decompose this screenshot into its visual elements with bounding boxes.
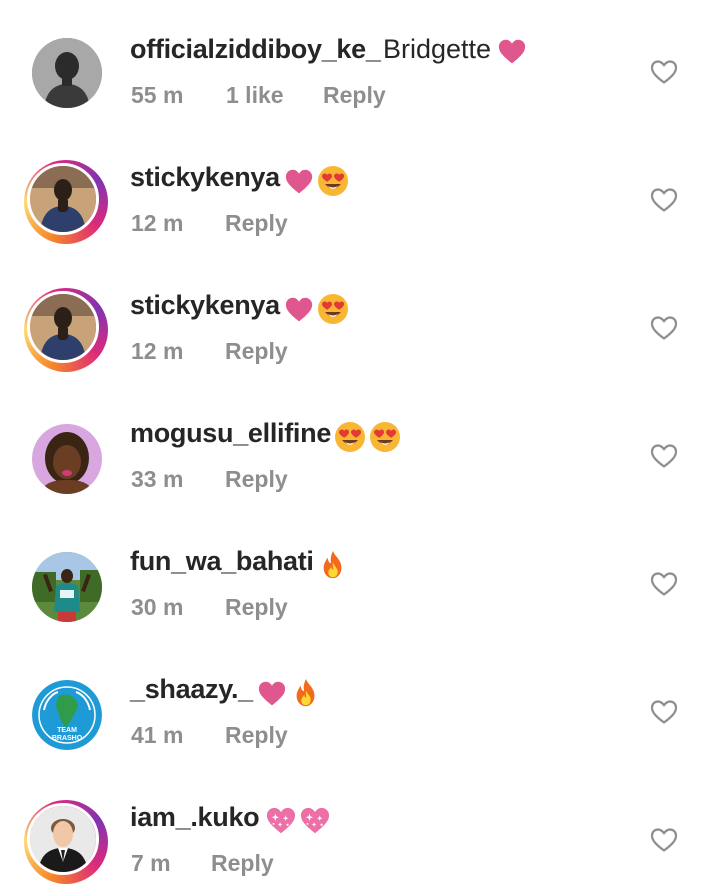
heart-outline-icon[interactable] [650,699,678,725]
comment-time: 30 m [131,594,184,620]
comment-username[interactable]: stickykenya [130,162,280,193]
comment-username[interactable]: mogusu_ellifine [130,418,331,449]
comment-time: 7 m [131,850,171,876]
red-heart-emoji [257,680,287,708]
reply-button[interactable]: Reply [225,594,288,621]
avatar[interactable] [24,30,108,114]
person-photo [32,552,102,622]
sparkling-heart-emoji [299,806,331,836]
heart-outline-icon[interactable] [650,827,678,853]
sparkling-heart-emoji [265,806,297,836]
red-heart-emoji [497,38,527,66]
reply-button[interactable]: Reply [323,82,386,109]
comment-row: officialziddiboy_ke_ Bridgette 55 m 1 li… [0,0,720,128]
reply-button[interactable]: Reply [225,722,288,749]
comment-row: iam_.kuko 7 m Reply [0,768,720,896]
fire-emoji [318,549,348,581]
person-photo [30,806,96,872]
logo-lettering: TEAM [57,727,77,734]
heart-eyes-emoji [317,165,349,197]
avatar[interactable] [24,416,108,500]
heart-eyes-emoji [317,293,349,325]
team-logo: TEAM BRASHO [32,680,102,750]
avatar-image [32,38,102,108]
avatar-image [32,424,102,494]
comment-username[interactable]: fun_wa_bahati [130,546,314,577]
heart-outline-icon[interactable] [650,59,678,85]
avatar[interactable] [24,800,108,884]
comment-time: 12 m [131,338,184,364]
comment-text: Bridgette [383,34,492,64]
heart-outline-icon[interactable] [650,187,678,213]
comment-username[interactable]: officialziddiboy_ke_ [130,34,381,65]
reply-button[interactable]: Reply [225,466,288,493]
reply-button[interactable]: Reply [225,338,288,365]
red-heart-emoji [284,296,314,324]
person-photo [30,294,96,360]
avatar[interactable]: TEAM BRASHO [24,672,108,756]
reply-button[interactable]: Reply [225,210,288,237]
heart-eyes-emoji [369,421,401,453]
fire-emoji [291,677,321,709]
like-count[interactable]: 1 like [226,82,284,109]
logo-lettering: BRASHO [52,735,83,742]
comment-row: stickykenya 12 m Reply [0,256,720,384]
heart-outline-icon[interactable] [650,571,678,597]
avatar[interactable] [24,160,108,244]
comment-row: TEAM BRASHO _shaazy._ 41 m Reply [0,640,720,768]
person-photo [32,424,102,494]
heart-eyes-emoji [334,421,366,453]
heart-outline-icon[interactable] [650,443,678,469]
comment-row: fun_wa_bahati 30 m Reply [0,512,720,640]
avatar-image: TEAM BRASHO [32,680,102,750]
avatar-image [27,163,99,235]
avatar[interactable] [24,544,108,628]
comment-row: mogusu_ellifine 33 m Reply [0,384,720,512]
avatar-image [32,552,102,622]
reply-button[interactable]: Reply [211,850,274,877]
comment-username[interactable]: iam_.kuko [130,802,260,833]
person-photo [32,38,102,108]
comment-time: 33 m [131,466,184,492]
comment-row: stickykenya 12 m Reply [0,128,720,256]
comment-time: 41 m [131,722,184,748]
comment-username[interactable]: _shaazy._ [130,674,253,705]
person-photo [30,166,96,232]
comment-time: 55 m [131,82,184,108]
avatar[interactable] [24,288,108,372]
avatar-image [27,291,99,363]
comment-time: 12 m [131,210,184,236]
comment-username[interactable]: stickykenya [130,290,280,321]
heart-outline-icon[interactable] [650,315,678,341]
avatar-image [27,803,99,875]
red-heart-emoji [284,168,314,196]
